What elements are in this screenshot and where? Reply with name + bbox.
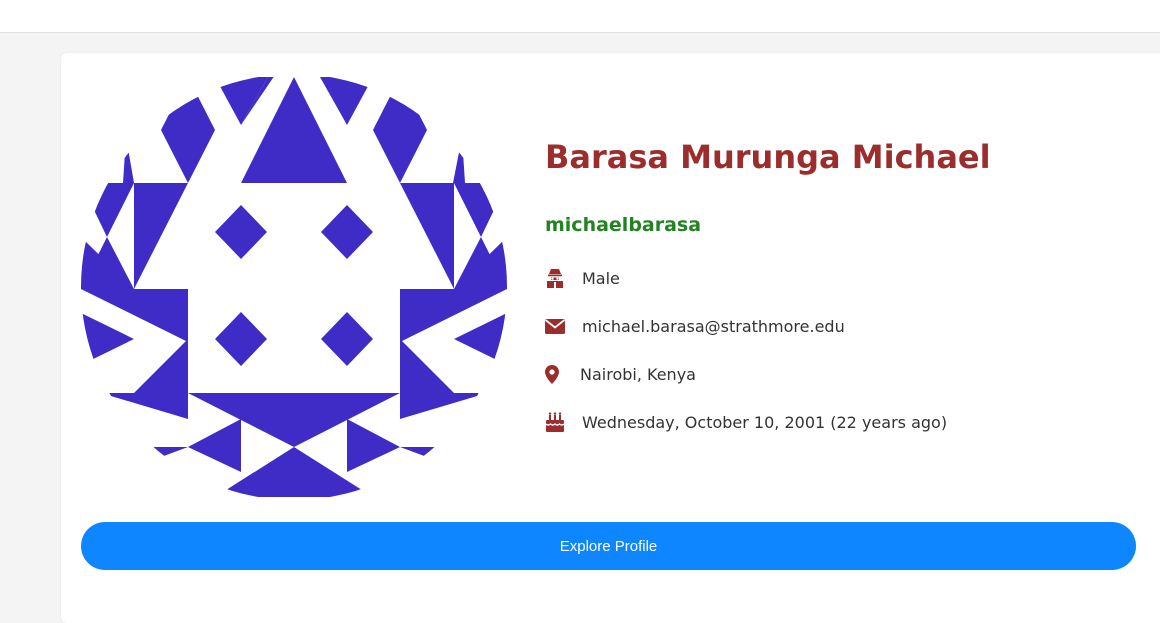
envelope-icon — [545, 316, 565, 336]
detail-email: michael.barasa@strathmore.edu — [545, 313, 845, 339]
person-icon — [545, 268, 565, 288]
detail-birthday: Wednesday, October 10, 2001 (22 years ag… — [545, 409, 947, 435]
profile-full-name: Barasa Murunga Michael — [545, 138, 991, 176]
map-marker-icon — [545, 364, 559, 384]
detail-location: Nairobi, Kenya — [545, 361, 696, 387]
identicon-avatar-icon — [81, 77, 507, 497]
birthday-cake-icon — [545, 412, 565, 432]
profile-card: Barasa Murunga Michael michaelbarasa Mal… — [61, 53, 1160, 623]
detail-gender-text: Male — [582, 268, 620, 288]
detail-gender: Male — [545, 265, 620, 291]
detail-email-text: michael.barasa@strathmore.edu — [582, 316, 845, 336]
profile-avatar — [81, 77, 507, 497]
top-bar — [0, 0, 1160, 33]
explore-profile-button[interactable]: Explore Profile — [81, 522, 1136, 570]
profile-username: michaelbarasa — [545, 214, 702, 236]
detail-location-text: Nairobi, Kenya — [580, 364, 696, 384]
detail-birthday-text: Wednesday, October 10, 2001 (22 years ag… — [582, 412, 948, 432]
